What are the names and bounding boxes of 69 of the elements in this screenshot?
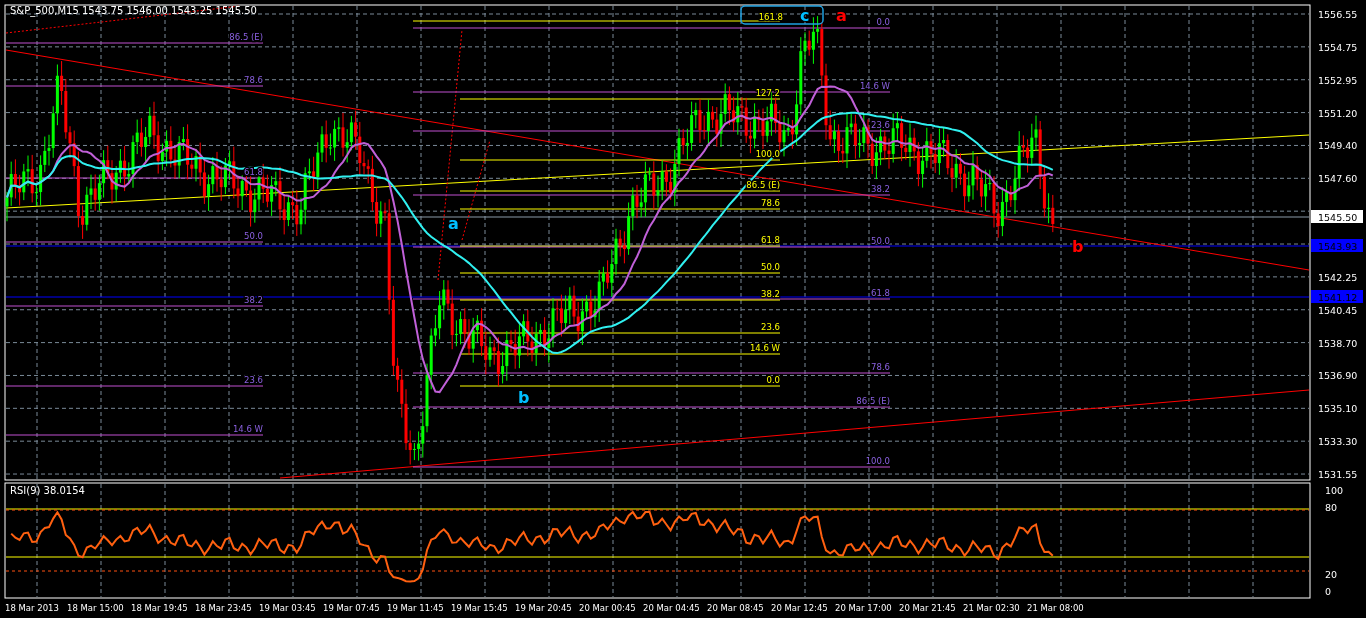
fibonacci-level-label: 86.5 (E) xyxy=(229,32,263,42)
fibonacci-level-label: 61.8 xyxy=(871,288,890,298)
fibonacci-level-label: 38.2 xyxy=(871,184,890,194)
price-label: 1535.10 xyxy=(1318,403,1358,415)
rsi-scale-label: 80 xyxy=(1325,502,1338,513)
fibonacci-level-label: 38.2 xyxy=(244,295,263,305)
indicator-label: RSI(9) 38.0154 xyxy=(10,485,85,496)
price-marker-tag: 1541.12 xyxy=(1311,290,1363,303)
wave-label: a xyxy=(448,214,459,233)
fibonacci-level-label: 78.6 xyxy=(761,198,780,208)
fibonacci-level-label: 61.8 xyxy=(761,235,780,245)
rsi-scale-label: 100 xyxy=(1325,485,1344,496)
fibonacci-level-label: 100.0 xyxy=(865,456,890,466)
fibonacci-level-label: 161.8 xyxy=(758,12,783,22)
fibonacci-level-label: 38.2 xyxy=(761,289,780,299)
fibonacci-level-label: 0.0 xyxy=(766,375,780,385)
fibonacci-level-label: 50.0 xyxy=(244,231,263,241)
time-label: 18 Mar 2013 xyxy=(5,603,59,613)
wave-label: a xyxy=(836,6,847,25)
rsi-scale-label: 20 xyxy=(1325,569,1338,580)
fibonacci-level-label: 14.6 W xyxy=(232,424,263,434)
time-label: 20 Mar 00:45 xyxy=(579,603,636,613)
fibonacci-level-label: 127.2 xyxy=(755,88,780,98)
wave-label: c xyxy=(800,6,810,25)
time-label: 21 Mar 08:00 xyxy=(1027,603,1084,613)
rsi-scale-label: 0 xyxy=(1325,586,1332,597)
time-label: 19 Mar 03:45 xyxy=(259,603,316,613)
time-label: 19 Mar 07:45 xyxy=(323,603,380,613)
time-label: 20 Mar 17:00 xyxy=(835,603,892,613)
price-label: 1536.90 xyxy=(1318,370,1358,382)
wave-label: b xyxy=(518,388,530,407)
fibonacci-level-label: 86.5 (E) xyxy=(856,396,890,406)
time-label: 18 Mar 15:00 xyxy=(67,603,124,613)
time-label: 18 Mar 23:45 xyxy=(195,603,252,613)
price-label: 1531.55 xyxy=(1318,469,1358,481)
fibonacci-level-label: 86.5 (E) xyxy=(746,180,780,190)
time-label: 19 Mar 15:45 xyxy=(451,603,508,613)
symbol-quote: S&P_500,M15 1543.75 1546.00 1543.25 1545.50 xyxy=(10,5,257,16)
fibonacci-level-label: 78.6 xyxy=(244,75,263,85)
price-marker-tag: 1543.93 xyxy=(1311,239,1363,252)
fibonacci-level-label: 50.0 xyxy=(871,236,890,246)
price-label: 1552.95 xyxy=(1318,74,1358,86)
price-label: 1556.55 xyxy=(1318,9,1358,20)
fibonacci-level-label: 14.6 W xyxy=(749,343,780,353)
price-label: 1554.75 xyxy=(1318,41,1358,53)
time-label: 20 Mar 12:45 xyxy=(771,603,828,613)
wave-label: b xyxy=(1072,237,1084,256)
price-label: 1551.20 xyxy=(1318,107,1358,119)
time-label: 21 Mar 02:30 xyxy=(963,603,1020,613)
time-label: 18 Mar 19:45 xyxy=(131,603,188,613)
price-label: 1549.40 xyxy=(1318,140,1358,152)
fibonacci-level-label: 14.6 W xyxy=(859,81,890,91)
price-label: 1547.60 xyxy=(1318,173,1358,185)
price-label: 1542.25 xyxy=(1318,271,1358,283)
fibonacci-level-label: 23.6 xyxy=(871,120,890,130)
fibonacci-level-label: 23.6 xyxy=(761,322,780,332)
price-label: 1538.70 xyxy=(1318,337,1358,349)
price-label: 1540.45 xyxy=(1318,304,1358,316)
price-label: 1533.30 xyxy=(1318,436,1358,448)
time-label: 19 Mar 20:45 xyxy=(515,603,572,613)
fibonacci-level-label: 0.0 xyxy=(876,17,890,27)
fibonacci-level-label: 50.0 xyxy=(761,262,780,272)
time-label: 20 Mar 04:45 xyxy=(643,603,700,613)
fibonacci-level-label: 78.6 xyxy=(871,362,890,372)
time-label: 20 Mar 08:45 xyxy=(707,603,764,613)
fibonacci-level-label: 23.6 xyxy=(244,375,263,385)
current-price-tag: 1545.50 xyxy=(1311,210,1363,223)
time-label: 20 Mar 21:45 xyxy=(899,603,956,613)
time-label: 19 Mar 11:45 xyxy=(387,603,444,613)
